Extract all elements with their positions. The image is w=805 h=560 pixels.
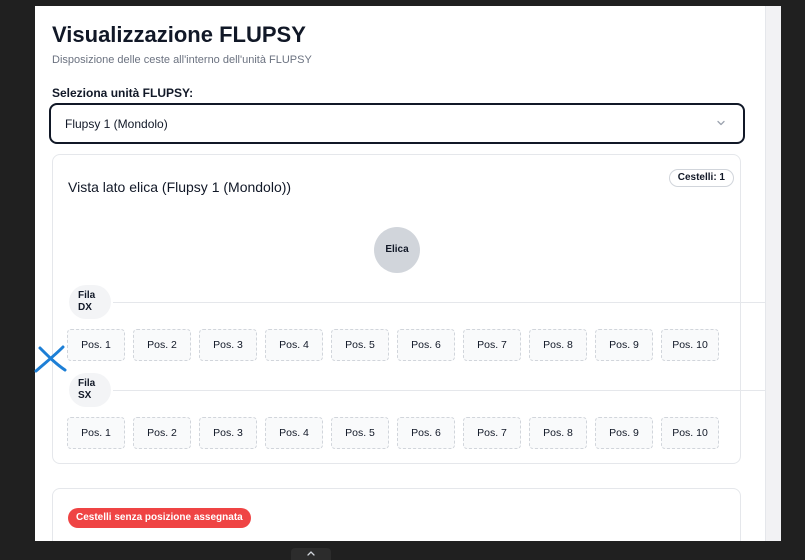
annotation-cross-mark: [34, 345, 67, 373]
row-divider-dx: [113, 302, 765, 303]
position-slot-dx-9[interactable]: Pos. 9: [595, 329, 653, 361]
chevron-up-icon: [307, 551, 315, 556]
position-slot-dx-1[interactable]: Pos. 1: [67, 329, 125, 361]
page-subtitle: Disposizione delle ceste all'interno del…: [52, 54, 312, 66]
row-divider-sx: [113, 390, 765, 391]
position-slot-sx-4[interactable]: Pos. 4: [265, 417, 323, 449]
position-slot-sx-9[interactable]: Pos. 9: [595, 417, 653, 449]
position-slot-dx-4[interactable]: Pos. 4: [265, 329, 323, 361]
view-title: Vista lato elica (Flupsy 1 (Mondolo)): [68, 179, 292, 195]
basket-count-badge: Cestelli: 1: [668, 169, 734, 187]
main-panel: Visualizzazione FLUPSY Disposizione dell…: [35, 6, 765, 541]
propeller-view-card: Vista lato elica (Flupsy 1 (Mondolo)) Ce…: [52, 154, 765, 464]
position-slot-dx-6[interactable]: Pos. 6: [397, 329, 455, 361]
position-slot-sx-6[interactable]: Pos. 6: [397, 417, 455, 449]
position-slot-sx-7[interactable]: Pos. 7: [463, 417, 521, 449]
unassigned-baskets-card: Cestelli senza posizione assegnata: [52, 488, 741, 541]
position-row-sx: Pos. 1 Pos. 2 Pos. 3 Pos. 4 Pos. 5 Pos. …: [67, 417, 727, 449]
position-slot-dx-5[interactable]: Pos. 5: [331, 329, 389, 361]
position-slot-sx-2[interactable]: Pos. 2: [133, 417, 191, 449]
position-slot-sx-5[interactable]: Pos. 5: [331, 417, 389, 449]
position-slot-dx-3[interactable]: Pos. 3: [199, 329, 257, 361]
flupsy-select-value: Flupsy 1 (Mondolo): [65, 117, 168, 131]
row-label-sx-line1: Fila: [78, 378, 96, 389]
row-label-dx: Fila DX: [69, 285, 111, 319]
flupsy-select[interactable]: Flupsy 1 (Mondolo): [49, 103, 745, 144]
flupsy-select-label: Seleziona unità FLUPSY:: [52, 86, 194, 100]
position-slot-sx-1[interactable]: Pos. 1: [67, 417, 125, 449]
row-label-sx: Fila SX: [69, 373, 111, 407]
row-label-dx-line1: Fila: [78, 290, 96, 301]
propeller-marker: Elica: [374, 227, 420, 273]
unassigned-baskets-badge: Cestelli senza posizione assegnata: [68, 508, 251, 528]
position-slot-sx-10[interactable]: Pos. 10: [661, 417, 719, 449]
chevron-down-icon: [717, 120, 725, 126]
position-slot-dx-10[interactable]: Pos. 10: [661, 329, 719, 361]
page-title: Visualizzazione FLUPSY: [52, 22, 306, 47]
row-label-dx-line2: DX: [78, 302, 92, 313]
position-slot-dx-2[interactable]: Pos. 2: [133, 329, 191, 361]
position-slot-sx-3[interactable]: Pos. 3: [199, 417, 257, 449]
scrollbar-track[interactable]: [765, 6, 781, 541]
position-slot-sx-8[interactable]: Pos. 8: [529, 417, 587, 449]
position-slot-dx-8[interactable]: Pos. 8: [529, 329, 587, 361]
row-label-sx-line2: SX: [78, 390, 92, 401]
bottom-panel-toggle[interactable]: [291, 548, 331, 560]
position-row-dx: Pos. 1 Pos. 2 Pos. 3 Pos. 4 Pos. 5 Pos. …: [67, 329, 727, 361]
position-slot-dx-7[interactable]: Pos. 7: [463, 329, 521, 361]
